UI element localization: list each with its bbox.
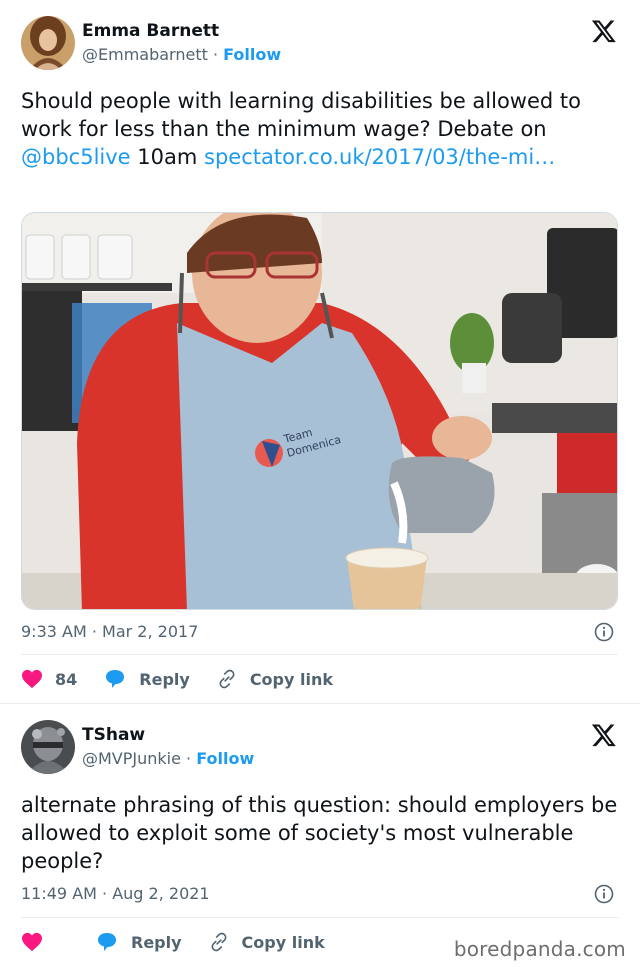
follow-button[interactable]: Follow	[196, 749, 254, 768]
follow-button[interactable]: Follow	[223, 45, 281, 64]
author-handle[interactable]: @Emmabarnett	[82, 45, 208, 64]
action-bar: Reply Copy link	[21, 928, 351, 956]
action-bar: 84 Reply Copy link	[21, 665, 359, 693]
link-icon	[219, 669, 235, 689]
heart-icon	[22, 932, 42, 952]
like-button[interactable]	[21, 932, 55, 952]
copy-link-label: Copy link	[241, 932, 325, 952]
author-handle[interactable]: @MVPJunkie	[82, 749, 181, 768]
separator: ·	[180, 749, 197, 768]
handle-row: @Emmabarnett · Follow	[82, 45, 281, 64]
reply-button[interactable]: Reply	[103, 668, 190, 690]
author-name[interactable]: Emma Barnett	[82, 21, 219, 41]
tweet-text-part: 10am	[130, 145, 204, 169]
separator: ·	[207, 45, 224, 64]
x-logo-icon[interactable]	[591, 722, 617, 748]
avatar[interactable]	[21, 720, 75, 774]
mention-link[interactable]: @bbc5live	[21, 145, 131, 169]
timestamp[interactable]: 9:33 AM · Mar 2, 2017	[21, 622, 198, 641]
reply-bubble-icon	[98, 933, 116, 951]
tweet-photo[interactable]: Team Domenica	[21, 212, 618, 610]
timestamp[interactable]: 11:49 AM · Aug 2, 2021	[21, 884, 210, 903]
like-button[interactable]: 84	[21, 669, 77, 689]
reply-label: Reply	[131, 932, 182, 952]
heart-icon	[22, 669, 42, 689]
url-link[interactable]: spectator.co.uk/2017/03/the-mi…	[204, 145, 555, 169]
reply-button[interactable]: Reply	[95, 931, 182, 953]
divider	[21, 917, 618, 918]
avatar[interactable]	[21, 16, 75, 70]
info-icon[interactable]	[594, 884, 614, 904]
like-count: 84	[55, 669, 78, 689]
copy-link-button[interactable]: Copy link	[216, 668, 333, 690]
tweet-card: TShaw @MVPJunkie · Follow alternate phra…	[0, 704, 640, 967]
copy-link-button[interactable]: Copy link	[208, 931, 325, 953]
watermark: boredpanda.com	[453, 937, 626, 961]
link-icon	[211, 932, 227, 952]
reply-bubble-icon	[106, 670, 125, 688]
tweet-text: Should people with learning disabilities…	[21, 87, 621, 171]
copy-link-label: Copy link	[249, 669, 333, 689]
x-logo-icon[interactable]	[591, 18, 617, 44]
reply-label: Reply	[139, 669, 190, 689]
author-name[interactable]: TShaw	[82, 725, 145, 745]
info-icon[interactable]	[594, 622, 614, 642]
tweet-text-part: Should people with learning disabilities…	[21, 89, 581, 141]
tweet-card: Emma Barnett @Emmabarnett · Follow Shoul…	[0, 0, 640, 704]
divider	[21, 654, 618, 655]
tweet-text: alternate phrasing of this question: sho…	[21, 793, 618, 873]
handle-row: @MVPJunkie · Follow	[82, 749, 254, 768]
